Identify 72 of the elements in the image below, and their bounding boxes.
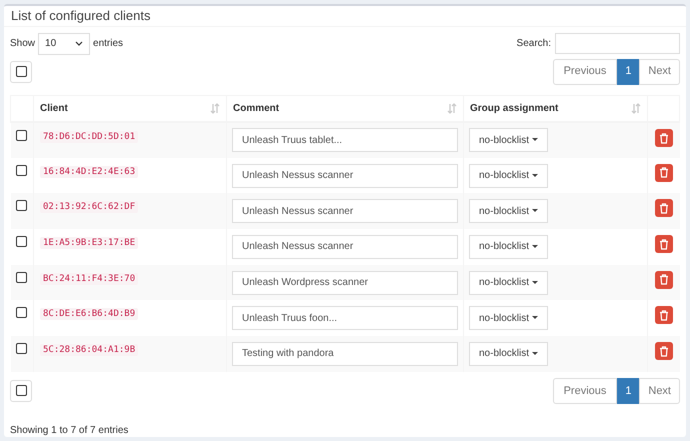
next-button[interactable]: Next <box>639 378 680 404</box>
show-label: Show <box>10 37 36 51</box>
checkbox[interactable] <box>16 200 28 212</box>
trash-icon <box>658 132 669 144</box>
checkbox[interactable] <box>16 272 28 283</box>
mac-address: 02:13:92:6C:62:DF <box>40 201 138 214</box>
comment-field[interactable]: Unleash Nessus scanner <box>232 234 458 259</box>
previous-button[interactable]: Previous <box>552 58 618 84</box>
panel-title: List of configured clients <box>11 7 150 25</box>
trash-icon <box>658 238 669 250</box>
mac-address: 78:D6:DC:DD:5D:01 <box>40 131 138 143</box>
checkbox[interactable] <box>16 343 28 354</box>
comment-field[interactable]: Unleash Wordpress scanner <box>232 270 458 295</box>
chevron-down-icon <box>75 41 84 46</box>
delete-button[interactable] <box>654 129 673 147</box>
trash-icon <box>658 274 669 286</box>
checkbox[interactable] <box>16 307 28 318</box>
checkbox[interactable] <box>16 164 28 176</box>
caret-icon <box>532 209 538 214</box>
delete-button[interactable] <box>654 306 673 324</box>
column-header[interactable]: Comment <box>233 100 280 116</box>
mac-address: BC:24:11:F4:3E:70 <box>40 272 138 285</box>
caret-icon <box>532 244 538 249</box>
delete-button[interactable] <box>654 199 673 218</box>
comment-field[interactable]: Unleash Truus foon... <box>232 306 458 330</box>
group-dropdown[interactable]: no-blocklist <box>469 199 548 224</box>
delete-button[interactable] <box>654 342 673 360</box>
comment-field[interactable]: Unleash Nessus scanner <box>232 199 458 224</box>
group-dropdown[interactable]: no-blocklist <box>469 234 548 259</box>
comment-field[interactable]: Unleash Truus tablet... <box>232 128 458 152</box>
group-dropdown[interactable]: no-blocklist <box>469 164 548 188</box>
trash-icon <box>658 167 669 178</box>
next-button[interactable]: Next <box>639 58 680 84</box>
checkbox[interactable] <box>16 236 28 248</box>
comment-field[interactable]: Testing with pandora <box>232 342 458 366</box>
column-header[interactable]: Client <box>40 100 68 116</box>
group-dropdown[interactable]: no-blocklist <box>469 342 548 366</box>
caret-icon <box>532 174 538 178</box>
select-all-button[interactable] <box>10 60 32 82</box>
entries-select[interactable]: 10 <box>38 32 90 54</box>
delete-button[interactable] <box>654 164 673 182</box>
delete-button[interactable] <box>654 270 673 289</box>
caret-icon <box>532 280 538 285</box>
caret-icon <box>532 352 538 356</box>
trash-icon <box>658 346 669 357</box>
checkbox[interactable] <box>16 130 28 141</box>
search-field[interactable] <box>555 33 680 54</box>
mac-address: 1E:A5:9B:E3:17:BE <box>40 237 138 250</box>
group-dropdown[interactable]: no-blocklist <box>469 270 548 295</box>
delete-button[interactable] <box>654 235 673 254</box>
sort-icon <box>447 102 457 114</box>
caret-icon <box>532 316 538 320</box>
group-dropdown[interactable]: no-blocklist <box>469 128 548 152</box>
select-all-button[interactable] <box>10 380 32 402</box>
sort-icon <box>631 102 641 114</box>
mac-address: 16:84:4D:E2:4E:63 <box>40 166 138 178</box>
checkbox[interactable] <box>16 385 26 396</box>
page-button[interactable]: 1 <box>617 58 640 84</box>
previous-button[interactable]: Previous <box>552 378 618 404</box>
page-button[interactable]: 1 <box>617 378 640 404</box>
trash-icon <box>658 202 669 214</box>
sort-icon <box>210 102 220 114</box>
mac-address: 5C:28:86:04:A1:9B <box>40 344 138 356</box>
trash-icon <box>658 310 669 321</box>
checkbox[interactable] <box>16 66 26 77</box>
mac-address: 8C:DE:E6:B6:4D:B9 <box>40 308 138 320</box>
comment-field[interactable]: Unleash Nessus scanner <box>232 164 458 188</box>
group-dropdown[interactable]: no-blocklist <box>469 306 548 330</box>
entries-info: Showing 1 to 7 of 7 entries <box>10 424 128 436</box>
entries-label: entries <box>93 37 124 51</box>
search-label: Search: <box>516 37 551 51</box>
caret-icon <box>532 138 538 142</box>
